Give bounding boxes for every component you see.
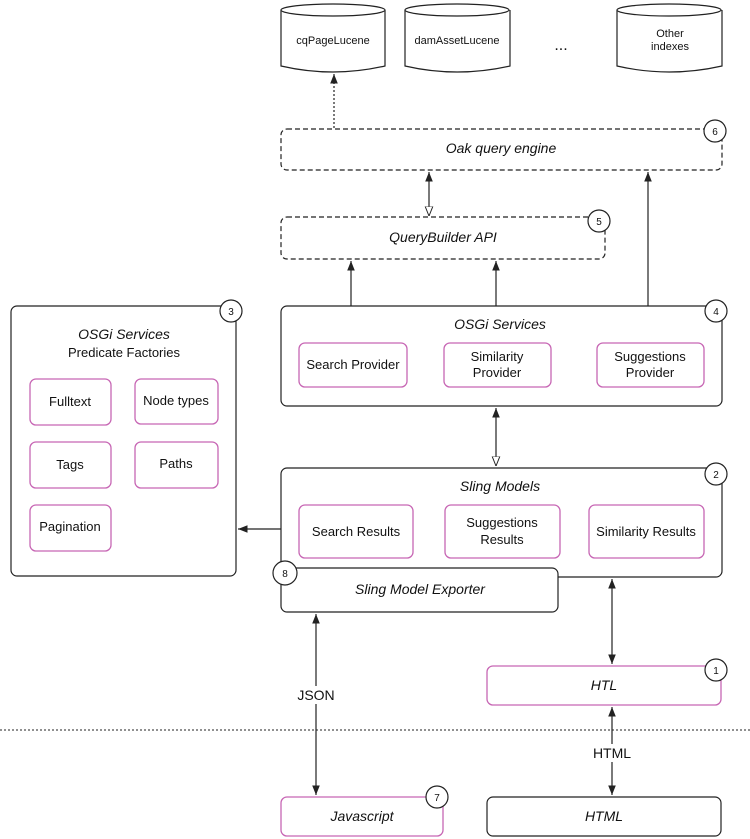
predicate-label: Paths [159, 456, 193, 471]
exporter-label: Sling Model Exporter [355, 581, 486, 597]
javascript: Javascript 7 [280, 785, 449, 837]
index-label: cqPageLucene [296, 35, 369, 47]
json-edge-label: JSON [297, 687, 334, 703]
search-provider-label: Search Provider [306, 357, 400, 372]
predicate-label: Fulltext [49, 394, 91, 409]
step-number: 6 [712, 127, 718, 138]
similarity-provider-label: Similarity [471, 349, 524, 364]
index-label: indexes [651, 41, 689, 53]
sling-models: Sling Models 2 Search Results Suggestion… [280, 462, 728, 578]
index-label: damAssetLucene [415, 35, 500, 47]
index-label: Other [656, 28, 684, 40]
step-number: 4 [713, 307, 719, 318]
step-number: 8 [282, 569, 288, 580]
ellipsis: ... [554, 37, 567, 54]
htl-label: HTL [591, 677, 617, 693]
querybuilder-label: QueryBuilder API [389, 229, 497, 245]
osgi-services-predicate-factories: OSGi Services Predicate Factories 3 Full… [10, 299, 243, 577]
oak-label: Oak query engine [446, 140, 557, 156]
step-number: 5 [596, 217, 602, 228]
index-damassetlucene: damAssetLucene [404, 3, 511, 73]
step-number: 2 [713, 470, 719, 481]
similarity-results-label: Similarity Results [596, 524, 696, 539]
index-other: Other indexes [616, 3, 723, 73]
html-output: HTML [486, 796, 722, 837]
osgi-left-subtitle: Predicate Factories [68, 345, 180, 360]
step-number: 3 [228, 307, 234, 318]
search-results-label: Search Results [312, 524, 401, 539]
architecture-diagram: cqPageLucene damAssetLucene ... Other in… [0, 3, 750, 837]
index-cqpagelucene: cqPageLucene [280, 3, 386, 73]
html-edge-label: HTML [593, 745, 631, 761]
osgi-left-title: OSGi Services [78, 326, 170, 342]
oak-query-engine: Oak query engine 6 [280, 119, 727, 171]
suggestions-results-label: Results [480, 532, 524, 547]
sling-models-title: Sling Models [460, 478, 540, 494]
similarity-provider-label: Provider [473, 365, 522, 380]
osgi-title: OSGi Services [454, 316, 546, 332]
html-label: HTML [585, 808, 623, 824]
suggestions-provider-label: Suggestions [614, 349, 686, 364]
suggestions-provider-label: Provider [626, 365, 675, 380]
javascript-label: Javascript [329, 808, 394, 824]
htl: HTL 1 [486, 658, 728, 706]
predicate-label: Tags [56, 457, 84, 472]
predicate-label: Pagination [39, 519, 100, 534]
step-number: 1 [713, 666, 719, 677]
querybuilder-api: QueryBuilder API 5 [280, 209, 611, 260]
suggestions-results-label: Suggestions [466, 515, 538, 530]
predicate-label: Node types [143, 393, 209, 408]
sling-model-exporter: Sling Model Exporter 8 [272, 560, 559, 613]
step-number: 7 [434, 793, 440, 804]
osgi-services-providers: OSGi Services 4 Search Provider Similari… [280, 299, 728, 407]
